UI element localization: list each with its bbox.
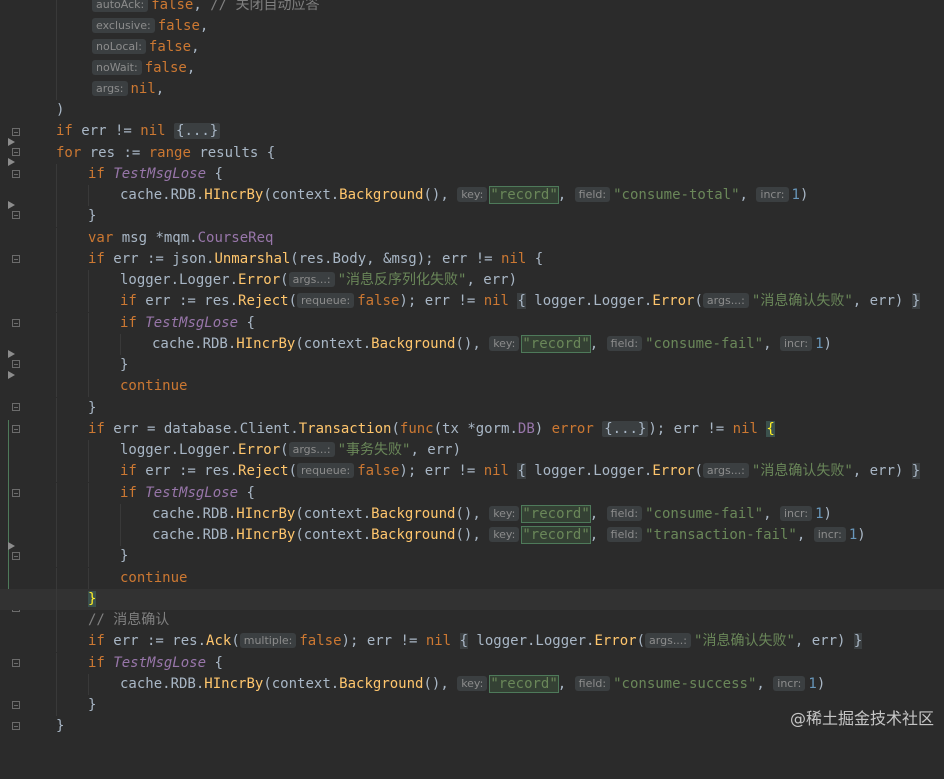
string-literal: "消息确认失败" — [751, 293, 853, 309]
code-line[interactable]: exclusive: false, — [0, 16, 944, 37]
string-literal: "消息确认失败" — [694, 633, 795, 649]
code-line[interactable]: continue — [0, 568, 944, 589]
param-hint: requeue: — [297, 293, 355, 308]
param-hint: multiple: — [239, 633, 297, 648]
code-line[interactable]: if TestMsgLose { — [0, 483, 944, 504]
string-literal: "consume-total" — [613, 187, 740, 203]
string-literal: "record" — [521, 505, 591, 523]
param-hint: exclusive: — [92, 18, 155, 33]
code-line[interactable]: if err := res.Reject(requeue: false); err… — [0, 291, 944, 312]
param-hint: incr: — [779, 336, 813, 351]
param-hint: autoAck: — [92, 0, 149, 12]
param-hint: args: — [92, 81, 128, 96]
code-line[interactable]: if TestMsgLose { — [0, 164, 944, 185]
code-line[interactable]: noWait: false, — [0, 58, 944, 79]
code-line[interactable]: // 消息确认 — [0, 610, 944, 631]
code-line[interactable]: ) — [0, 100, 944, 121]
param-hint: noWait: — [92, 60, 142, 75]
code-line[interactable]: noLocal: false, — [0, 37, 944, 58]
code-line[interactable]: logger.Logger.Error(args...: "消息反序列化失败", … — [0, 270, 944, 291]
string-literal: "事务失败" — [337, 442, 411, 458]
string-literal: "record" — [521, 335, 591, 353]
code-line[interactable]: autoAck: false, // 关闭自动应答 — [0, 0, 944, 16]
param-hint: args...: — [288, 442, 335, 457]
code-line[interactable]: } — [0, 355, 944, 376]
number-literal: 1 — [808, 676, 817, 692]
code-line[interactable]: args: nil, — [0, 79, 944, 100]
code-line[interactable]: } — [0, 206, 944, 227]
param-hint: incr: — [813, 527, 846, 542]
code-line[interactable]: cache.RDB.HIncrBy(context.Background(), … — [0, 504, 944, 525]
code-line[interactable]: if TestMsgLose { — [0, 653, 944, 674]
watermark: @稀土掘金技术社区 — [789, 709, 934, 728]
param-hint: args...: — [288, 272, 335, 287]
code-line[interactable]: if err = database.Client.Transaction(fun… — [0, 419, 944, 440]
param-hint: args...: — [645, 633, 692, 648]
param-hint: args...: — [702, 463, 749, 478]
code-comment: // 消息确认 — [88, 612, 170, 628]
string-literal: "消息确认失败" — [751, 463, 853, 479]
param-hint: key: — [489, 506, 520, 521]
folded-block[interactable]: {...} — [602, 421, 649, 437]
param-hint: key: — [457, 187, 488, 202]
number-literal: 1 — [848, 527, 858, 543]
code-line[interactable]: } — [0, 398, 944, 419]
string-literal: "transaction-fail" — [645, 527, 797, 543]
code-line[interactable]: cache.RDB.HIncrBy(context.Background(), … — [0, 185, 944, 206]
number-literal: 1 — [815, 336, 824, 352]
code-line[interactable]: logger.Logger.Error(args...: "事务失败", err) — [0, 440, 944, 461]
param-hint: incr: — [756, 187, 789, 202]
code-line[interactable]: if err != nil {...} — [0, 121, 944, 142]
code-line[interactable]: continue — [0, 376, 944, 397]
code-line[interactable]: cache.RDB.HIncrBy(context.Background(), … — [0, 674, 944, 695]
string-literal: "消息反序列化失败" — [337, 272, 467, 288]
code-line[interactable]: cache.RDB.HIncrBy(context.Background(), … — [0, 525, 944, 546]
param-hint: incr: — [773, 676, 806, 691]
string-literal: "consume-fail" — [645, 506, 764, 522]
number-literal: 1 — [791, 187, 800, 203]
param-hint: field: — [574, 187, 611, 202]
param-hint: incr: — [779, 506, 813, 521]
string-literal: "consume-fail" — [645, 336, 764, 352]
string-literal: "consume-success" — [613, 676, 757, 692]
code-line[interactable]: var msg *mqm.CourseReq — [0, 228, 944, 249]
code-line[interactable]: if err := res.Ack(multiple: false); err !… — [0, 631, 944, 652]
param-hint: noLocal: — [92, 39, 146, 54]
code-line[interactable]: cache.RDB.HIncrBy(context.Background(), … — [0, 334, 944, 355]
code-line[interactable]: for res := range results { — [0, 143, 944, 164]
string-literal: "record" — [521, 526, 591, 544]
param-hint: field: — [606, 336, 643, 351]
code-comment: // 关闭自动应答 — [210, 0, 320, 13]
string-literal: "record" — [489, 186, 559, 204]
param-hint: requeue: — [297, 463, 355, 478]
string-literal: "record" — [489, 675, 559, 693]
param-hint: key: — [457, 676, 488, 691]
code-line[interactable]: if err := res.Reject(requeue: false); err… — [0, 461, 944, 482]
param-hint: args...: — [702, 293, 749, 308]
param-hint: key: — [489, 336, 520, 351]
param-hint: key: — [489, 527, 520, 542]
param-hint: field: — [606, 527, 643, 542]
code-line[interactable]: if TestMsgLose { — [0, 313, 944, 334]
folded-block[interactable]: {...} — [174, 123, 221, 139]
code-line[interactable]: } — [0, 546, 944, 567]
param-hint: field: — [574, 676, 611, 691]
number-literal: 1 — [815, 506, 824, 522]
code-line[interactable]: if err := json.Unmarshal(res.Body, &msg)… — [0, 249, 944, 270]
param-hint: field: — [606, 506, 643, 521]
code-line-current[interactable]: } — [0, 589, 944, 610]
